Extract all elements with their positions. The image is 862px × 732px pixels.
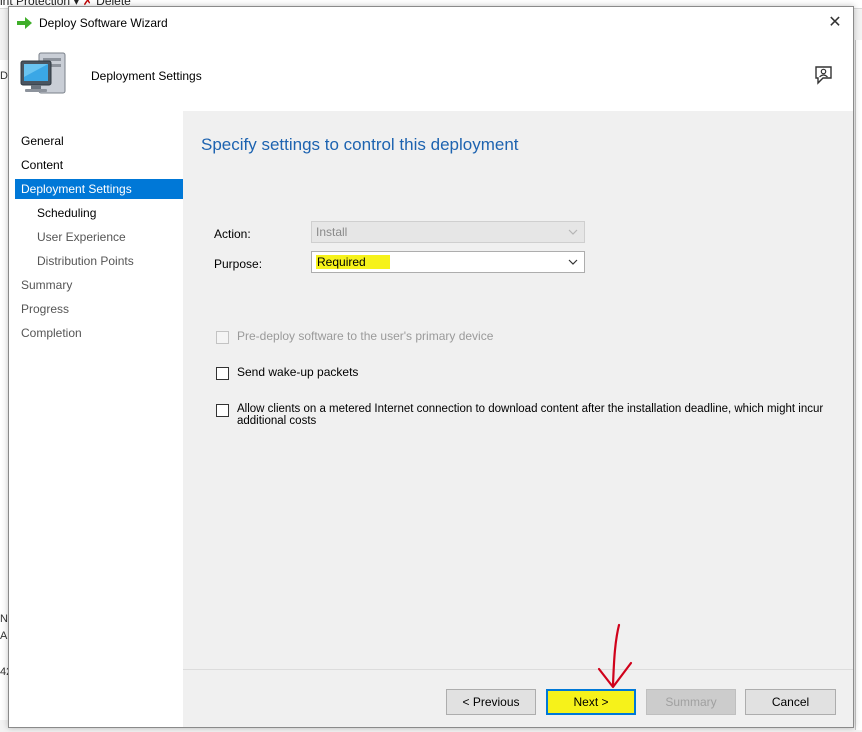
computer-icon — [20, 52, 66, 94]
feedback-icon[interactable] — [811, 63, 835, 87]
purpose-value: Required — [316, 255, 390, 269]
window-title: Deploy Software Wizard — [39, 16, 168, 30]
nav-item-user-experience[interactable]: User Experience — [15, 227, 183, 247]
nav-item-content[interactable]: Content — [15, 155, 183, 175]
background-edge-text: N — [0, 613, 8, 625]
close-button[interactable]: ✕ — [823, 11, 847, 35]
background-edge-text: D — [0, 70, 8, 82]
pre-deploy-option: Pre-deploy software to the user's primar… — [216, 330, 493, 344]
previous-button[interactable]: < Previous — [446, 689, 536, 715]
metered-connection-checkbox[interactable] — [216, 404, 229, 417]
background-edge-text: A — [0, 630, 8, 642]
main-panel: Specify settings to control this deploym… — [183, 111, 853, 727]
summary-button: Summary — [646, 689, 736, 715]
page-title: Specify settings to control this deploym… — [201, 135, 519, 154]
deploy-software-wizard-dialog: Deploy Software Wizard ✕ Deployment Sett… — [8, 6, 854, 728]
next-button[interactable]: Next > — [546, 689, 636, 715]
purpose-label: Purpose: — [214, 257, 263, 271]
nav-item-completion[interactable]: Completion — [15, 323, 183, 343]
nav-item-scheduling[interactable]: Scheduling — [15, 203, 183, 223]
chevron-down-icon — [568, 259, 578, 265]
wake-up-option[interactable]: Send wake-up packets — [216, 366, 358, 380]
title-bar: Deploy Software Wizard ✕ — [9, 7, 853, 39]
wake-up-label[interactable]: Send wake-up packets — [237, 366, 358, 378]
footer-divider — [183, 669, 853, 670]
nav-item-distribution-points[interactable]: Distribution Points — [15, 251, 183, 271]
cancel-button[interactable]: Cancel — [745, 689, 836, 715]
nav-item-general[interactable]: General — [15, 131, 183, 151]
action-value: Install — [316, 225, 348, 239]
action-dropdown: Install — [311, 221, 585, 243]
header-title: Deployment Settings — [91, 69, 202, 83]
nav-item-summary[interactable]: Summary — [15, 275, 183, 295]
chevron-down-icon — [568, 229, 578, 235]
wizard-nav: General Content Deployment Settings Sche… — [9, 111, 183, 727]
action-label: Action: — [214, 227, 251, 241]
background-right-pane — [855, 40, 862, 730]
metered-connection-option[interactable]: Allow clients on a metered Internet conn… — [216, 403, 827, 427]
nav-item-progress[interactable]: Progress — [15, 299, 183, 319]
metered-connection-label[interactable]: Allow clients on a metered Internet conn… — [237, 403, 827, 427]
purpose-dropdown[interactable]: Required — [311, 251, 585, 273]
wizard-header: Deployment Settings — [9, 39, 853, 111]
green-arrow-icon — [17, 17, 32, 29]
pre-deploy-label: Pre-deploy software to the user's primar… — [237, 329, 494, 343]
wake-up-checkbox[interactable] — [216, 367, 229, 380]
nav-item-deployment-settings[interactable]: Deployment Settings — [15, 179, 183, 199]
pre-deploy-checkbox — [216, 331, 229, 344]
